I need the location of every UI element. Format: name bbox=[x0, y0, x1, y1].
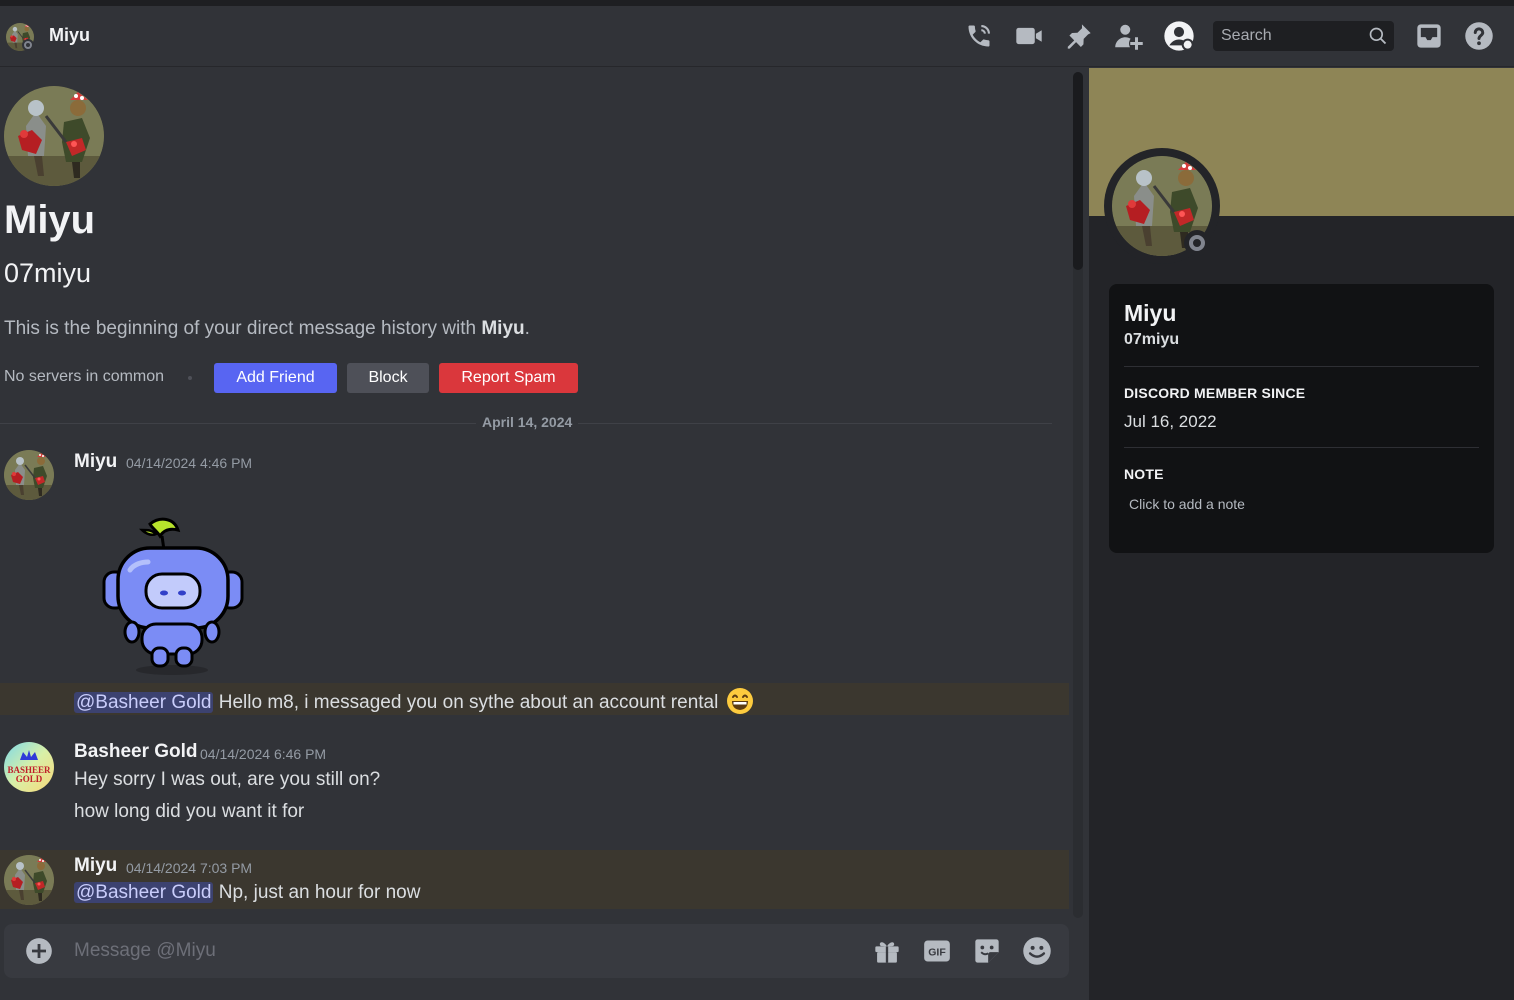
message-author[interactable]: Miyu bbox=[74, 855, 117, 877]
message-composer: GIF bbox=[4, 924, 1069, 978]
offline-status-icon bbox=[22, 39, 34, 51]
profile-avatar[interactable] bbox=[4, 86, 104, 186]
chat-area: Miyu 07miyu This is the beginning of you… bbox=[0, 68, 1088, 1000]
gif-icon[interactable]: GIF bbox=[921, 935, 953, 967]
message-text: @Basheer Gold Np, just an hour for now bbox=[74, 882, 421, 903]
common-servers-label: No servers in common bbox=[4, 368, 165, 385]
phone-call-icon[interactable] bbox=[963, 20, 995, 52]
search-input[interactable] bbox=[1213, 21, 1363, 51]
panel-display-name: Miyu bbox=[1124, 300, 1177, 326]
message-text: Hey sorry I was out, are you still on? bbox=[74, 769, 381, 790]
message-avatar[interactable]: BASHEER GOLD bbox=[4, 742, 54, 792]
emoji-icon[interactable] bbox=[1021, 935, 1053, 967]
message-author[interactable]: Miyu bbox=[74, 451, 117, 473]
search-box[interactable] bbox=[1213, 21, 1394, 51]
user-mention[interactable]: @Basheer Gold bbox=[74, 882, 214, 903]
message-text: @Basheer Gold Hello m8, i messaged you o… bbox=[74, 687, 754, 715]
svg-text:GOLD: GOLD bbox=[16, 774, 43, 784]
gift-icon[interactable] bbox=[871, 935, 903, 967]
message-timestamp: 04/14/2024 7:03 PM bbox=[126, 860, 253, 876]
message-author[interactable]: Basheer Gold bbox=[74, 741, 198, 763]
header-title[interactable]: Miyu bbox=[49, 25, 90, 46]
date-divider-label: April 14, 2024 bbox=[476, 414, 579, 430]
svg-text:GIF: GIF bbox=[928, 947, 946, 959]
help-icon[interactable] bbox=[1463, 20, 1495, 52]
add-attachment-icon[interactable] bbox=[23, 935, 55, 967]
note-input[interactable] bbox=[1124, 492, 1479, 516]
message-timestamp: 04/14/2024 4:46 PM bbox=[126, 455, 253, 471]
member-since-value: Jul 16, 2022 bbox=[1124, 412, 1217, 431]
pin-icon[interactable] bbox=[1063, 20, 1095, 52]
profile-card: Miyu 07miyu DISCORD MEMBER SINCE Jul 16,… bbox=[1109, 284, 1494, 553]
search-icon bbox=[1368, 26, 1388, 51]
profile-username: 07miyu bbox=[4, 258, 92, 288]
note-heading: NOTE bbox=[1124, 466, 1164, 482]
grinning-emoji[interactable] bbox=[726, 687, 754, 715]
message-text: how long did you want it for bbox=[74, 801, 305, 822]
user-profile-panel: Miyu 07miyu DISCORD MEMBER SINCE Jul 16,… bbox=[1089, 68, 1514, 1000]
user-profile-toggle-icon[interactable] bbox=[1163, 20, 1195, 52]
video-call-icon[interactable] bbox=[1013, 20, 1045, 52]
panel-username: 07miyu bbox=[1124, 331, 1180, 348]
sticker-icon[interactable] bbox=[971, 935, 1003, 967]
add-friend-button[interactable]: Add Friend bbox=[214, 363, 337, 393]
message-input[interactable] bbox=[74, 924, 854, 978]
message-avatar[interactable] bbox=[4, 450, 54, 500]
add-friend-icon[interactable] bbox=[1113, 20, 1145, 52]
user-mention[interactable]: @Basheer Gold bbox=[74, 692, 214, 713]
message-timestamp: 04/14/2024 6:46 PM bbox=[200, 746, 327, 762]
card-divider bbox=[1124, 447, 1479, 448]
report-spam-button[interactable]: Report Spam bbox=[439, 363, 578, 393]
member-since-heading: DISCORD MEMBER SINCE bbox=[1124, 385, 1306, 401]
block-button[interactable]: Block bbox=[347, 363, 429, 393]
dm-intro-text: This is the beginning of your direct mes… bbox=[4, 318, 530, 339]
offline-status-icon bbox=[1184, 230, 1210, 256]
message-avatar[interactable] bbox=[4, 855, 54, 905]
card-divider bbox=[1124, 366, 1479, 367]
profile-display-name: Miyu bbox=[4, 198, 96, 242]
separator-dot bbox=[188, 376, 192, 380]
dm-header: Miyu bbox=[0, 6, 1514, 67]
inbox-icon[interactable] bbox=[1413, 20, 1445, 52]
scrollbar-thumb[interactable] bbox=[1073, 72, 1083, 270]
wumpus-sticker[interactable] bbox=[90, 512, 255, 677]
